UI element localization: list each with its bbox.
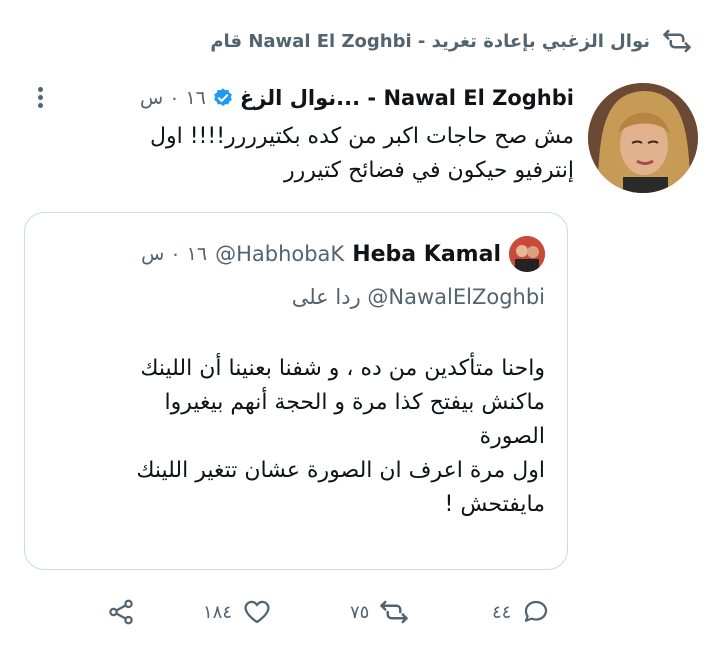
quoted-author-avatar[interactable] [509,236,545,272]
retweet-action-icon [379,597,409,627]
share-icon [106,597,136,627]
quoted-author-row: ١٦ ٠ س @HabhobaK Heba Kamal [141,236,545,272]
tweet-author-row: ١٦ ٠ س نوال الزغ... - Nawal El Zoghbi [140,86,574,110]
author-avatar[interactable] [588,83,698,193]
quoted-author-name[interactable]: Heba Kamal [352,242,501,267]
like-count: ١٨٤ [203,601,233,623]
reply-to-label: ردا على @NawalElZoghbi [291,285,545,309]
reply-icon [521,597,551,627]
verified-badge-icon [212,87,234,109]
quoted-tweet-text: واحنا متأكدين من ده ، و شفنا بعنينا أن ا… [136,356,545,517]
retweet-button[interactable]: ٧٥ [350,597,409,627]
share-button[interactable] [106,597,136,627]
reply-count: ٤٤ [492,601,512,623]
retweet-icon [662,26,692,56]
retweet-context[interactable]: قام Nawal El Zoghbi - نوال الزغبي بإعادة… [210,26,692,56]
author-display-name[interactable]: نوال الزغ... - Nawal El Zoghbi [240,86,574,110]
heart-icon [242,597,272,627]
quoted-author-handle[interactable]: @HabhobaK [215,242,344,266]
tweet-timestamp[interactable]: ١٦ ٠ س [140,87,206,109]
more-options-icon[interactable] [30,84,50,112]
like-button[interactable]: ١٨٤ [203,597,272,627]
tweet-text: مش صح حاجات اكبر من كده بكتيرررر!!!! اول… [150,124,574,183]
quoted-timestamp[interactable]: ١٦ ٠ س [141,243,207,265]
reply-button[interactable]: ٤٤ [492,597,551,627]
retweet-count: ٧٥ [350,601,370,623]
retweet-context-text: قام Nawal El Zoghbi - نوال الزغبي بإعادة… [210,30,650,52]
